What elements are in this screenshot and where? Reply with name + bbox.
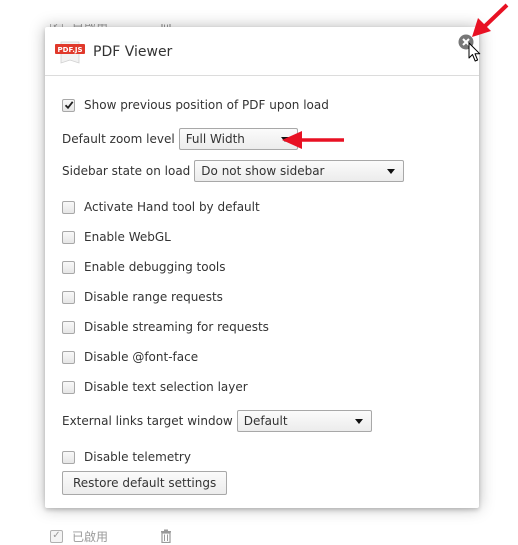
- option-telemetry[interactable]: Disable telemetry: [62, 450, 191, 464]
- label-telemetry: Disable telemetry: [84, 450, 191, 464]
- label-font-face: Disable @font-face: [84, 350, 199, 364]
- label-show-previous-position: Show previous position of PDF upon load: [84, 98, 329, 112]
- option-default-zoom: Default zoom level Full Width: [62, 128, 298, 150]
- select-sidebar-state[interactable]: Do not show sidebar: [194, 160, 405, 182]
- label-hand-tool: Activate Hand tool by default: [84, 200, 260, 214]
- dialog-header: PDF.JS PDF Viewer: [45, 27, 479, 76]
- label-external-links: External links target window: [62, 414, 233, 428]
- pdfjs-logo-icon: PDF.JS: [55, 41, 85, 64]
- option-hand-tool[interactable]: Activate Hand tool by default: [62, 200, 260, 214]
- checkbox-show-previous-position[interactable]: [62, 98, 75, 112]
- label-webgl: Enable WebGL: [84, 230, 171, 244]
- background-enabled-label: 已啟用: [72, 529, 109, 544]
- option-range-requests[interactable]: Disable range requests: [62, 290, 223, 304]
- select-external-links-value: Default: [243, 414, 288, 428]
- svg-text:PDF.JS: PDF.JS: [58, 46, 83, 54]
- label-debugging: Enable debugging tools: [84, 260, 226, 274]
- option-sidebar-state: Sidebar state on load Do not show sideba…: [62, 160, 405, 182]
- option-text-selection[interactable]: Disable text selection layer: [62, 380, 248, 394]
- option-font-face[interactable]: Disable @font-face: [62, 350, 198, 364]
- checkmark-icon: [64, 101, 73, 110]
- option-streaming[interactable]: Disable streaming for requests: [62, 320, 269, 334]
- red-arrow-annotation: [472, 3, 509, 37]
- mouse-cursor-icon: [468, 42, 481, 62]
- checkbox-debugging[interactable]: [62, 260, 75, 274]
- background-enabled-checkbox: ✓: [50, 529, 63, 543]
- checkbox-text-selection[interactable]: [62, 380, 75, 394]
- dropdown-caret-icon: [387, 169, 396, 174]
- checkbox-range-requests[interactable]: [62, 290, 75, 304]
- checkbox-font-face[interactable]: [62, 350, 75, 364]
- select-external-links[interactable]: Default: [236, 410, 372, 432]
- dialog-title: PDF Viewer: [93, 44, 173, 60]
- option-debugging[interactable]: Enable debugging tools: [62, 260, 226, 274]
- label-text-selection: Disable text selection layer: [84, 380, 248, 394]
- options-dialog: PDF.JS PDF Viewer Show previous position…: [45, 27, 479, 508]
- red-arrow-annotation: [282, 131, 344, 149]
- checkbox-hand-tool[interactable]: [62, 200, 75, 214]
- label-default-zoom: Default zoom level: [62, 132, 175, 146]
- option-external-links: External links target window Default: [62, 410, 372, 432]
- trash-icon: [161, 529, 172, 543]
- label-streaming: Disable streaming for requests: [84, 320, 269, 334]
- label-sidebar-state: Sidebar state on load: [62, 164, 191, 178]
- checkbox-webgl[interactable]: [62, 230, 75, 244]
- checkbox-streaming[interactable]: [62, 320, 75, 334]
- background-extension-row: ✓ 已啟用: [50, 528, 172, 544]
- restore-defaults-button[interactable]: Restore default settings: [62, 471, 228, 495]
- select-sidebar-state-value: Do not show sidebar: [201, 164, 325, 178]
- option-show-previous-position[interactable]: Show previous position of PDF upon load: [62, 98, 329, 112]
- dropdown-caret-icon: [354, 419, 363, 424]
- label-range-requests: Disable range requests: [84, 290, 223, 304]
- option-webgl[interactable]: Enable WebGL: [62, 230, 171, 244]
- select-default-zoom-value: Full Width: [185, 132, 245, 146]
- checkbox-telemetry[interactable]: [62, 450, 75, 464]
